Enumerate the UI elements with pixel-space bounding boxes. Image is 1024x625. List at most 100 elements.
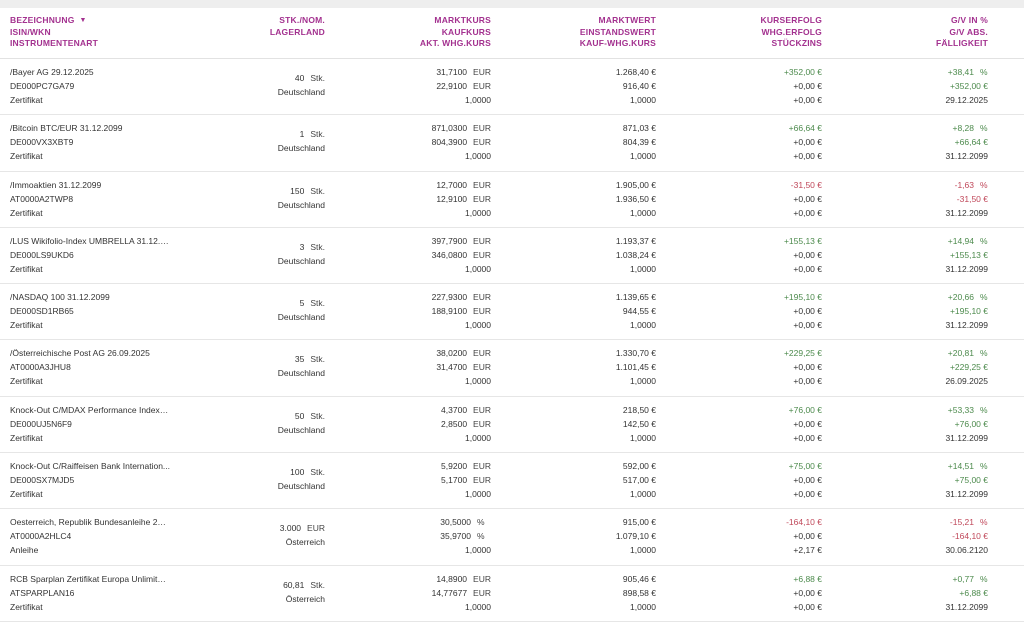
table-row[interactable]: /LUS Wikifolio-Index UMBRELLA 31.12.20..… [0,228,1024,285]
header-label: STK./NOM. [279,15,325,25]
table-row[interactable]: /Bayer AG 29.12.2025 DE000PC7GA79 Zertif… [0,59,1024,116]
market-value: 218,50 € [622,404,656,415]
table-header: BEZEICHNUNG ▼ ISIN/WKN INSTRUMENTENART ST… [0,8,1024,59]
pl-absolute: +76,00 € [954,418,988,429]
table-row[interactable]: /Österreichische Post AG 26.09.2025 AT00… [0,340,1024,397]
table-row[interactable]: RCB Sparplan Zertifikat Europa Unlimited… [0,566,1024,622]
accrued-interest: +0,00 € [793,601,822,612]
market-price: 227,9300 [431,292,468,303]
quantity-value: 100 [290,467,305,478]
price-cell: 4,3700 EUR 2,8500 EUR 1,0000 [441,403,491,445]
current-fx-rate: 1,0000 [465,95,491,105]
storage-country: Deutschland [277,368,325,379]
pl-percent: -15,21 [949,517,974,528]
instrument-name[interactable]: Knock-Out C/MDAX Performance Index E... [10,403,170,417]
percent-unit: % [980,292,988,303]
header-col-stueck[interactable]: STK./NOM. LAGERLAND [270,15,325,38]
instrument-name[interactable]: /Bayer AG 29.12.2025 [10,65,170,79]
pl-percent: +14,51 [947,461,974,472]
result-cell: -164,10 € +0,00 € +2,17 € [786,515,822,557]
accrued-interest: +0,00 € [793,207,822,218]
storage-country: Deutschland [277,143,325,154]
sort-down-icon[interactable]: ▼ [80,15,87,27]
table-row[interactable]: /NASDAQ 100 31.12.2099 DE000SD1RB65 Zert… [0,284,1024,341]
quantity-cell: 100 Stk. Deutschland [278,465,325,493]
price-result: +76,00 € [788,404,822,415]
quantity-unit: Stk. [310,410,325,421]
instrument-cell: /NASDAQ 100 31.12.2099 DE000SD1RB65 Zert… [10,290,170,332]
instrument-cell: /Bayer AG 29.12.2025 DE000PC7GA79 Zertif… [10,65,170,107]
buy-price: 14,77677 [431,587,468,598]
value-cell: 915,00 € 1.079,10 € 1,0000 [616,515,656,557]
value-cell: 871,03 € 804,39 € 1,0000 [623,121,656,163]
instrument-cell: /Immoaktien 31.12.2099 AT0000A2TWP8 Zert… [10,178,170,220]
table-row[interactable]: Knock-Out C/MDAX Performance Index E... … [0,397,1024,454]
cost-value: 1.101,45 € [615,362,656,373]
portfolio-table-body: /Bayer AG 29.12.2025 DE000PC7GA79 Zertif… [0,59,1024,622]
instrument-name[interactable]: Knock-Out C/Raiffeisen Bank Internation.… [10,459,170,473]
instrument-type: Zertifikat [10,95,43,105]
percent-unit: % [980,404,988,415]
current-fx-rate: 1,0000 [465,432,491,443]
instrument-isin: ATSPARPLAN16 [10,587,75,598]
instrument-type: Anleihe [10,545,39,556]
table-row[interactable]: Oesterreich, Republik Bundesanleihe 202.… [0,509,1024,566]
header-col-kurserfolg[interactable]: KURSERFOLG WHG.ERFOLG STÜCKZINS [761,15,823,50]
pl-cell: +0,77% +6,88 € 31.12.2099 [945,572,988,614]
header-col-marktkurs[interactable]: MARKTKURS KAUFKURS AKT. WHG.KURS [420,15,491,50]
current-fx-rate: 1,0000 [465,263,491,274]
pl-absolute: +352,00 € [949,81,988,91]
buy-fx-rate: 1,0000 [630,376,656,387]
header-label: MARKTKURS [434,15,491,25]
cost-value: 1.079,10 € [615,531,656,542]
result-cell: -31,50 € +0,00 € +0,00 € [791,178,822,220]
instrument-type: Zertifikat [10,320,43,331]
instrument-isin: DE000SD1RB65 [10,306,74,317]
value-cell: 592,00 € 517,00 € 1,0000 [623,459,656,501]
table-row[interactable]: Knock-Out C/Raiffeisen Bank Internation.… [0,453,1024,510]
table-row[interactable]: /Bitcoin BTC/EUR 31.12.2099 DE000VX3XBT9… [0,115,1024,172]
instrument-name[interactable]: RCB Sparplan Zertifikat Europa Unlimited… [10,572,170,586]
quantity-unit: Stk. [310,298,325,309]
header-col-marktwert[interactable]: MARKTWERT EINSTANDSWERT KAUF-WHG.KURS [580,15,656,50]
current-fx-rate: 1,0000 [465,376,491,387]
price-unit: EUR [473,81,491,91]
price-result: -164,10 € [786,517,822,528]
header-label: INSTRUMENTENART [10,38,98,48]
market-price: 30,5000 [440,517,471,528]
storage-country: Österreich [285,593,325,604]
header-label: WHG.ERFOLG [761,26,822,37]
instrument-name[interactable]: /Immoaktien 31.12.2099 [10,178,170,192]
header-col-gv[interactable]: G/V IN % G/V ABS. FÄLLIGKEIT [936,15,988,50]
instrument-name[interactable]: /Bitcoin BTC/EUR 31.12.2099 [10,121,170,135]
cost-value: 1.038,24 € [615,249,656,260]
instrument-name[interactable]: /Österreichische Post AG 26.09.2025 [10,346,170,360]
maturity-date: 31.12.2099 [945,432,988,443]
instrument-name[interactable]: /LUS Wikifolio-Index UMBRELLA 31.12.20..… [10,234,170,248]
instrument-type: Zertifikat [10,432,43,443]
buy-fx-rate: 1,0000 [630,432,656,443]
header-label: FÄLLIGKEIT [935,38,988,48]
market-price: 38,0200 [436,348,468,359]
maturity-date: 31.12.2099 [945,320,988,331]
price-unit: % [477,517,485,528]
value-cell: 1.268,40 € 916,40 € 1,0000 [616,65,656,107]
quantity-unit: Stk. [310,354,325,365]
buy-fx-rate: 1,0000 [630,95,656,105]
quantity-value: 50 [294,410,305,421]
price-cell: 30,5000% 35,9700% 1,0000 [440,515,491,557]
current-fx-rate: 1,0000 [465,320,491,331]
price-unit: EUR [473,249,491,260]
instrument-name[interactable]: Oesterreich, Republik Bundesanleihe 202.… [10,515,170,529]
instrument-name[interactable]: /NASDAQ 100 31.12.2099 [10,290,170,304]
buy-price: 35,9700 [440,531,471,542]
header-col-bezeichnung[interactable]: BEZEICHNUNG ▼ ISIN/WKN INSTRUMENTENART [10,15,98,50]
price-unit: EUR [473,475,491,486]
top-bar [0,0,1024,8]
price-unit: EUR [473,292,491,303]
buy-fx-rate: 1,0000 [630,263,656,274]
pl-cell: -1,63% -31,50 € 31.12.2099 [945,178,988,220]
price-unit: EUR [473,418,491,429]
table-row[interactable]: /Immoaktien 31.12.2099 AT0000A2TWP8 Zert… [0,172,1024,228]
price-unit: EUR [473,573,491,584]
